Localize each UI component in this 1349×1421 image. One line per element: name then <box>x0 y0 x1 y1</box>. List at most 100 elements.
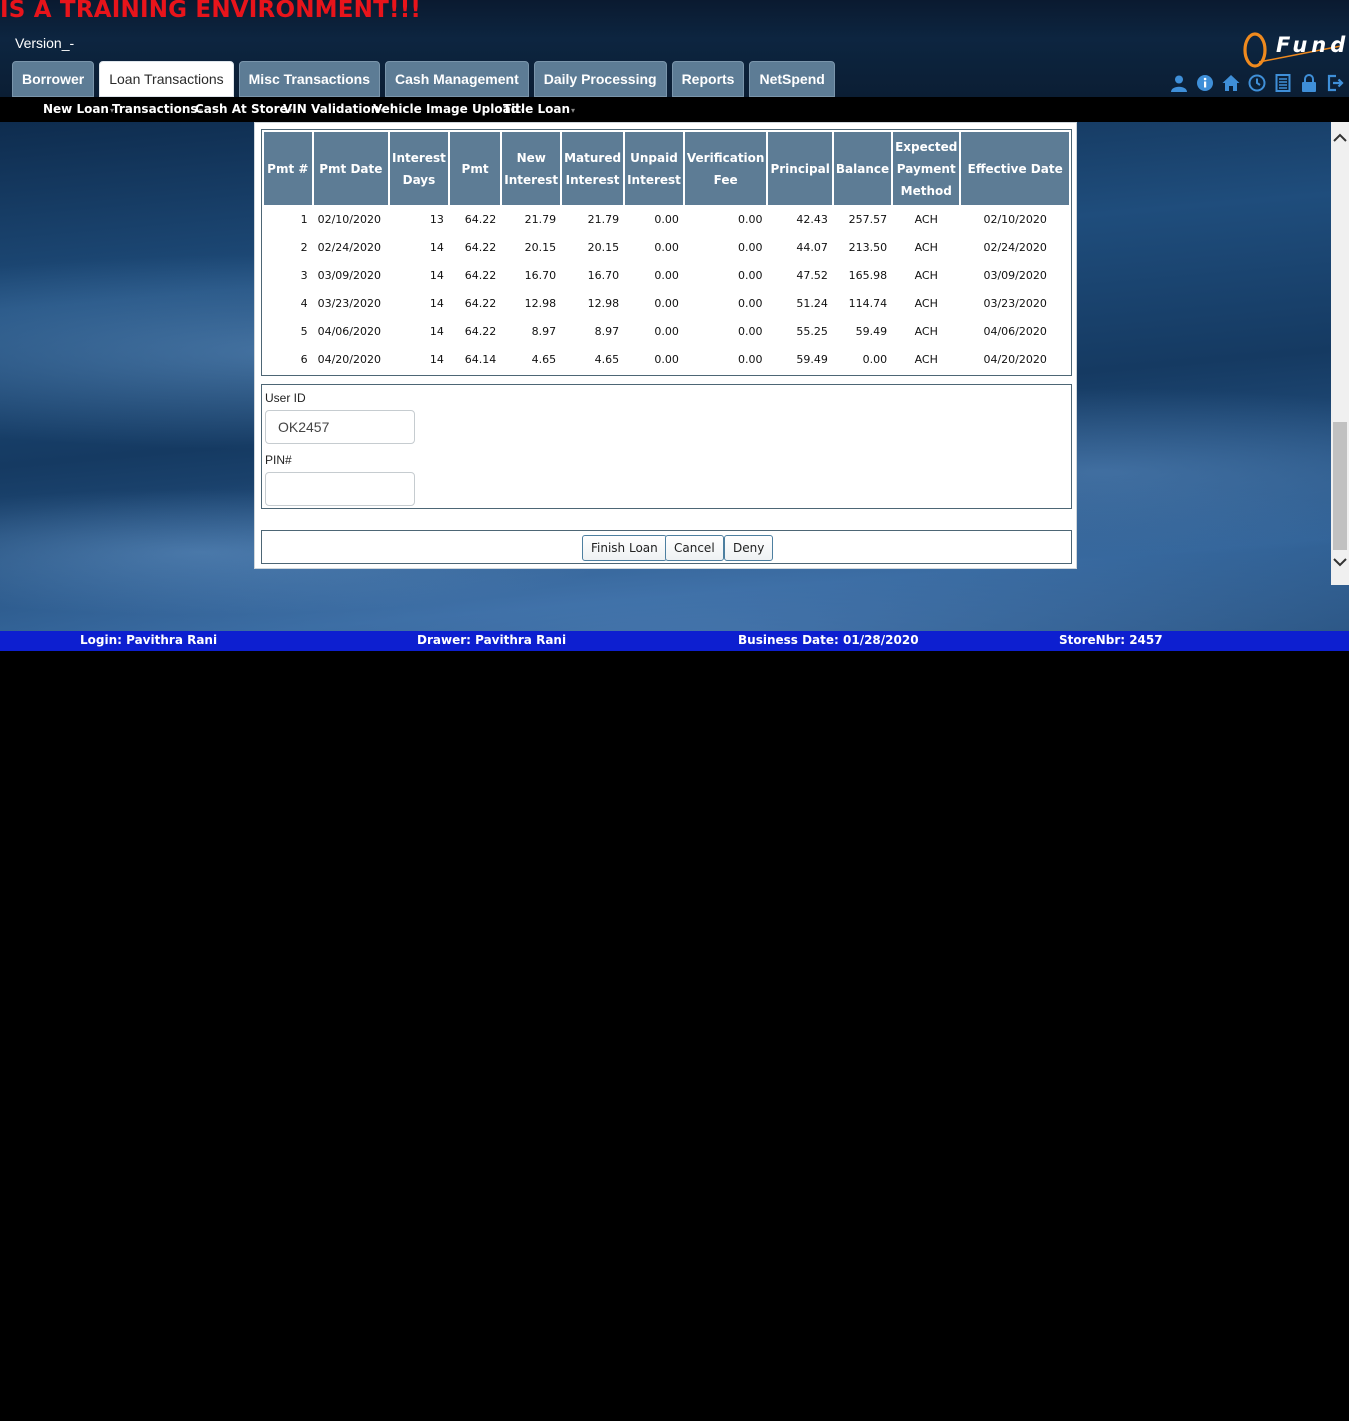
status-footer: Login: Pavithra Rani Drawer: Pavithra Ra… <box>0 631 1349 651</box>
table-cell: 14 <box>429 296 444 310</box>
subnav-cash-at-store[interactable]: Cash At Store▾ <box>195 102 293 116</box>
table-cell: 21.79 <box>587 212 620 226</box>
col-header: Interest Days <box>390 132 448 205</box>
table-cell: 04/20/2020 <box>317 352 381 366</box>
logout-icon[interactable] <box>1326 74 1344 92</box>
table-cell: 0.00 <box>654 240 679 254</box>
table-cell: ACH <box>914 240 938 254</box>
finish-loan-button[interactable]: Finish Loan <box>582 535 667 561</box>
col-header: New Interest <box>502 132 561 205</box>
subnav-new-loan[interactable]: New Loan▾ <box>43 102 114 116</box>
document-list-icon[interactable] <box>1274 74 1292 92</box>
table-row: 4 03/23/2020 14 64.22 12.98 12.98 0.00 0.00 51.2… <box>264 289 1069 317</box>
deny-button[interactable]: Deny <box>724 535 774 561</box>
table-cell: 42.43 <box>796 212 828 226</box>
col-header: Verification Fee <box>684 132 767 205</box>
table-cell: 04/06/2020 <box>317 324 381 338</box>
table-cell: 59.49 <box>855 324 888 338</box>
col-header: Matured Interest <box>562 132 624 205</box>
table-cell: 12.98 <box>587 296 620 310</box>
tab-borrower[interactable]: Borrower <box>12 61 95 97</box>
table-cell: 02/10/2020 <box>317 212 381 226</box>
table-cell: 03/09/2020 <box>983 268 1047 282</box>
table-cell: 0.00 <box>737 212 763 226</box>
scroll-up-arrow-icon[interactable] <box>1331 130 1349 146</box>
table-cell: 0.00 <box>862 352 888 366</box>
table-cell: 64.22 <box>464 296 497 310</box>
pin-label: PIN# <box>265 453 292 467</box>
table-cell: 03/23/2020 <box>317 296 381 310</box>
tab-loan-transactions[interactable]: Loan Transactions <box>99 61 234 97</box>
scroll-down-arrow-icon[interactable] <box>1331 554 1349 570</box>
vertical-scrollbar[interactable] <box>1331 122 1349 585</box>
col-header: Effective Date <box>961 132 1069 205</box>
table-cell: 0.00 <box>654 212 679 226</box>
table-cell: 0.00 <box>737 296 763 310</box>
info-icon[interactable] <box>1196 74 1214 92</box>
table-cell: 21.79 <box>524 212 557 226</box>
scroll-thumb[interactable] <box>1333 422 1347 550</box>
col-header: Pmt # <box>264 132 312 205</box>
table-cell: 47.52 <box>796 268 828 282</box>
user-auth-section: User ID OK2457 PIN# <box>261 384 1072 509</box>
table-cell: 03/23/2020 <box>983 296 1047 310</box>
table-row: 1 02/10/2020 13 64.22 21.79 21.79 0.00 0.00 42.4… <box>264 205 1069 233</box>
table-cell: 0.00 <box>654 324 679 338</box>
subnav-transactions[interactable]: Transactions▾ <box>112 102 203 116</box>
table-cell: ACH <box>914 296 938 310</box>
table-cell: 12.98 <box>524 296 557 310</box>
payment-schedule: Pmt # Pmt Date Interest Days Pmt New Int… <box>261 129 1072 376</box>
store-number-status: StoreNbr: 2457 <box>1059 633 1163 647</box>
table-row: 5 04/06/2020 14 64.22 8.97 8.97 0.00 0.00 55.25 5… <box>264 317 1069 345</box>
table-row: 3 03/09/2020 14 64.22 16.70 16.70 0.00 0.00 47.5… <box>264 261 1069 289</box>
chevron-down-icon: ▾ <box>571 106 576 115</box>
table-cell: 213.50 <box>848 240 888 254</box>
lock-icon[interactable] <box>1300 74 1318 92</box>
user-id-label: User ID <box>265 391 306 405</box>
col-header: Expected Payment Method <box>893 132 960 205</box>
cancel-button[interactable]: Cancel <box>665 535 724 561</box>
tab-daily-processing[interactable]: Daily Processing <box>533 61 667 97</box>
pin-field[interactable] <box>265 472 415 506</box>
action-buttons: Finish Loan Cancel Deny <box>261 530 1072 564</box>
tab-cash-management[interactable]: Cash Management <box>385 61 529 97</box>
col-header: Pmt Date <box>313 132 389 205</box>
table-row: 6 04/20/2020 14 64.14 4.65 4.65 0.00 0.00 59.49 0… <box>264 345 1069 373</box>
tab-misc-transactions[interactable]: Misc Transactions <box>238 61 381 97</box>
app-header: IS A TRAINING ENVIRONMENT!!! Version_- F… <box>0 0 1349 97</box>
table-cell: 64.14 <box>464 352 497 366</box>
table-cell: 13 <box>429 212 444 226</box>
col-header: Balance <box>833 132 892 205</box>
table-cell: 8.97 <box>531 324 557 338</box>
table-cell: 64.22 <box>464 212 497 226</box>
table-cell: 165.98 <box>848 268 888 282</box>
col-header: Pmt <box>449 132 501 205</box>
table-cell: 0.00 <box>737 240 763 254</box>
table-cell: ACH <box>914 352 938 366</box>
table-cell: 0.00 <box>654 296 679 310</box>
subnav-title-loan[interactable]: Title Loan▾ <box>503 102 575 116</box>
table-cell: 16.70 <box>587 268 620 282</box>
subnav-vehicle-image-upload[interactable]: Vehicle Image Upload▾ <box>373 102 524 116</box>
tab-reports[interactable]: Reports <box>671 61 745 97</box>
table-cell: 4.65 <box>531 352 557 366</box>
user-id-field[interactable]: OK2457 <box>265 410 415 444</box>
table-row: 2 02/24/2020 14 64.22 20.15 20.15 0.00 0.00 44.0… <box>264 233 1069 261</box>
table-cell: 0.00 <box>737 352 763 366</box>
col-header: Principal <box>768 132 832 205</box>
table-cell: 2 <box>300 240 308 254</box>
table-cell: 14 <box>429 268 444 282</box>
home-icon[interactable] <box>1222 74 1240 92</box>
payment-schedule-table: Pmt # Pmt Date Interest Days Pmt New Int… <box>262 132 1071 373</box>
tab-netspend[interactable]: NetSpend <box>749 61 835 97</box>
toolbar-icons <box>1170 74 1344 92</box>
user-icon[interactable] <box>1170 74 1188 92</box>
sub-navigation: New Loan▾ Transactions▾ Cash At Store▾ V… <box>0 97 1349 122</box>
table-cell: 02/24/2020 <box>317 240 381 254</box>
clock-icon[interactable] <box>1248 74 1266 92</box>
table-cell: 5 <box>300 324 308 338</box>
table-cell: 04/20/2020 <box>983 352 1047 366</box>
table-cell: 64.22 <box>464 324 497 338</box>
table-cell: 4.65 <box>594 352 620 366</box>
subnav-vin-validation[interactable]: VIN Validation▾ <box>283 102 384 116</box>
